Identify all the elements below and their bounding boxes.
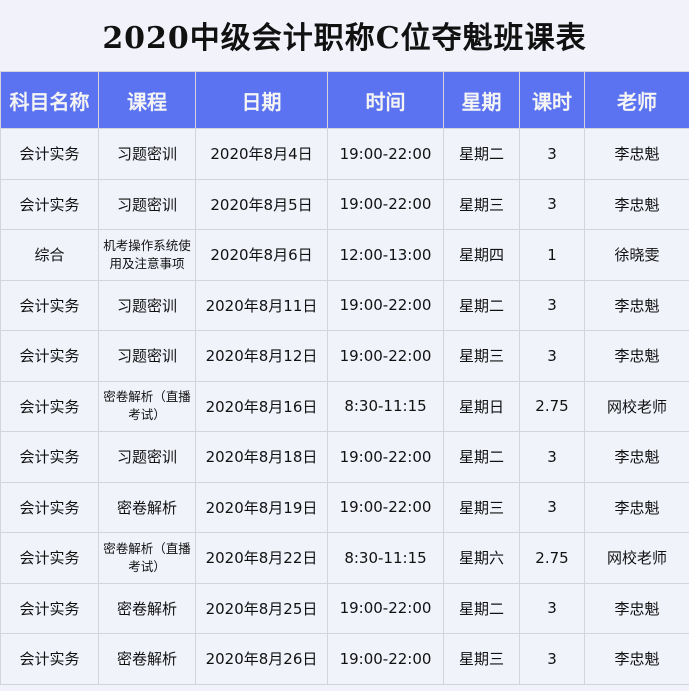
table-row: 会计实务 习题密训 2020年8月11日 19:00-22:00 星期二 3 李忠魁	[0, 279, 689, 331]
cell-subject: 综合	[0, 229, 99, 281]
cell-subject: 会计实务	[0, 633, 99, 685]
cell-weekday: 星期二	[443, 279, 520, 331]
cell-hours: 3	[519, 178, 585, 230]
cell-teacher: 李忠魁	[584, 330, 689, 382]
cell-hours: 2.75	[519, 380, 585, 432]
cell-hours: 3	[519, 582, 585, 634]
cell-date: 2020年8月12日	[195, 330, 328, 382]
header-hours: 课时	[519, 71, 585, 129]
cell-time: 19:00-22:00	[327, 178, 444, 230]
cell-hours: 3	[519, 279, 585, 331]
schedule-table: 科目名称 课程 日期 时间 星期 课时 老师 会计实务 习题密训 2020年8月4日 19:00-…	[0, 71, 689, 685]
cell-course: 密卷解析（直播考试）	[98, 532, 196, 584]
cell-weekday: 星期六	[443, 532, 520, 584]
cell-teacher: 李忠魁	[584, 279, 689, 331]
cell-course: 习题密训	[98, 431, 196, 483]
table-row: 综合 机考操作系统使用及注意事项 2020年8月6日 12:00-13:00 星期四 1 徐…	[0, 229, 689, 281]
cell-subject: 会计实务	[0, 431, 99, 483]
table-row: 会计实务 密卷解析（直播考试） 2020年8月22日 8:30-11:15 星期六 2.7…	[0, 532, 689, 584]
cell-time: 19:00-22:00	[327, 128, 444, 180]
cell-date: 2020年8月6日	[195, 229, 328, 281]
cell-date: 2020年8月25日	[195, 582, 328, 634]
cell-teacher: 李忠魁	[584, 633, 689, 685]
cell-hours: 2.75	[519, 532, 585, 584]
cell-date: 2020年8月11日	[195, 279, 328, 331]
table-row: 会计实务 密卷解析 2020年8月19日 19:00-22:00 星期三 3 李忠魁	[0, 481, 689, 533]
page-title: 2020中级会计职称C位夺魁班课表	[102, 21, 587, 56]
cell-teacher: 李忠魁	[584, 431, 689, 483]
header-time: 时间	[327, 71, 444, 129]
cell-course: 习题密训	[98, 128, 196, 180]
cell-weekday: 星期三	[443, 481, 520, 533]
cell-weekday: 星期二	[443, 431, 520, 483]
header-date: 日期	[195, 71, 328, 129]
cell-time: 8:30-11:15	[327, 380, 444, 432]
cell-teacher: 李忠魁	[584, 178, 689, 230]
cell-weekday: 星期三	[443, 178, 520, 230]
cell-date: 2020年8月19日	[195, 481, 328, 533]
table-row: 会计实务 习题密训 2020年8月4日 19:00-22:00 星期二 3 李忠魁	[0, 128, 689, 180]
header-subject: 科目名称	[0, 71, 99, 129]
cell-teacher: 李忠魁	[584, 128, 689, 180]
cell-teacher: 徐晓雯	[584, 229, 689, 281]
cell-course: 机考操作系统使用及注意事项	[98, 229, 196, 281]
cell-weekday: 星期日	[443, 380, 520, 432]
table-row: 会计实务 习题密训 2020年8月12日 19:00-22:00 星期三 3 李忠魁	[0, 330, 689, 382]
cell-hours: 3	[519, 128, 585, 180]
cell-teacher: 李忠魁	[584, 582, 689, 634]
cell-subject: 会计实务	[0, 380, 99, 432]
cell-date: 2020年8月22日	[195, 532, 328, 584]
cell-date: 2020年8月16日	[195, 380, 328, 432]
header-course: 课程	[98, 71, 196, 129]
cell-weekday: 星期三	[443, 330, 520, 382]
cell-time: 19:00-22:00	[327, 330, 444, 382]
header-weekday: 星期	[443, 71, 520, 129]
header-teacher: 老师	[584, 71, 689, 129]
table-row: 会计实务 习题密训 2020年8月5日 19:00-22:00 星期三 3 李忠魁	[0, 178, 689, 230]
cell-subject: 会计实务	[0, 582, 99, 634]
cell-time: 19:00-22:00	[327, 481, 444, 533]
cell-subject: 会计实务	[0, 279, 99, 331]
cell-hours: 1	[519, 229, 585, 281]
cell-teacher: 网校老师	[584, 532, 689, 584]
cell-course: 密卷解析	[98, 582, 196, 634]
cell-course: 习题密训	[98, 178, 196, 230]
cell-weekday: 星期二	[443, 128, 520, 180]
cell-date: 2020年8月5日	[195, 178, 328, 230]
cell-time: 19:00-22:00	[327, 582, 444, 634]
cell-hours: 3	[519, 431, 585, 483]
cell-time: 19:00-22:00	[327, 633, 444, 685]
cell-course: 习题密训	[98, 279, 196, 331]
cell-subject: 会计实务	[0, 330, 99, 382]
cell-weekday: 星期三	[443, 633, 520, 685]
cell-subject: 会计实务	[0, 481, 99, 533]
cell-course: 密卷解析（直播考试）	[98, 380, 196, 432]
table-row: 会计实务 密卷解析（直播考试） 2020年8月16日 8:30-11:15 星期日 2.7…	[0, 380, 689, 432]
cell-weekday: 星期四	[443, 229, 520, 281]
cell-subject: 会计实务	[0, 178, 99, 230]
table-row: 会计实务 习题密训 2020年8月18日 19:00-22:00 星期二 3 李忠魁	[0, 431, 689, 483]
cell-hours: 3	[519, 633, 585, 685]
cell-hours: 3	[519, 481, 585, 533]
cell-teacher: 李忠魁	[584, 481, 689, 533]
cell-teacher: 网校老师	[584, 380, 689, 432]
cell-course: 密卷解析	[98, 481, 196, 533]
cell-date: 2020年8月4日	[195, 128, 328, 180]
cell-hours: 3	[519, 330, 585, 382]
table-row: 会计实务 密卷解析 2020年8月25日 19:00-22:00 星期二 3 李忠魁	[0, 582, 689, 634]
cell-date: 2020年8月18日	[195, 431, 328, 483]
cell-time: 19:00-22:00	[327, 279, 444, 331]
cell-course: 习题密训	[98, 330, 196, 382]
cell-weekday: 星期二	[443, 582, 520, 634]
cell-course: 密卷解析	[98, 633, 196, 685]
table-row: 会计实务 密卷解析 2020年8月26日 19:00-22:00 星期三 3 李忠魁	[0, 633, 689, 685]
cell-time: 12:00-13:00	[327, 229, 444, 281]
cell-subject: 会计实务	[0, 128, 99, 180]
cell-date: 2020年8月26日	[195, 633, 328, 685]
cell-time: 19:00-22:00	[327, 431, 444, 483]
header-row: 科目名称 课程 日期 时间 星期 课时 老师	[0, 71, 689, 129]
cell-time: 8:30-11:15	[327, 532, 444, 584]
cell-subject: 会计实务	[0, 532, 99, 584]
